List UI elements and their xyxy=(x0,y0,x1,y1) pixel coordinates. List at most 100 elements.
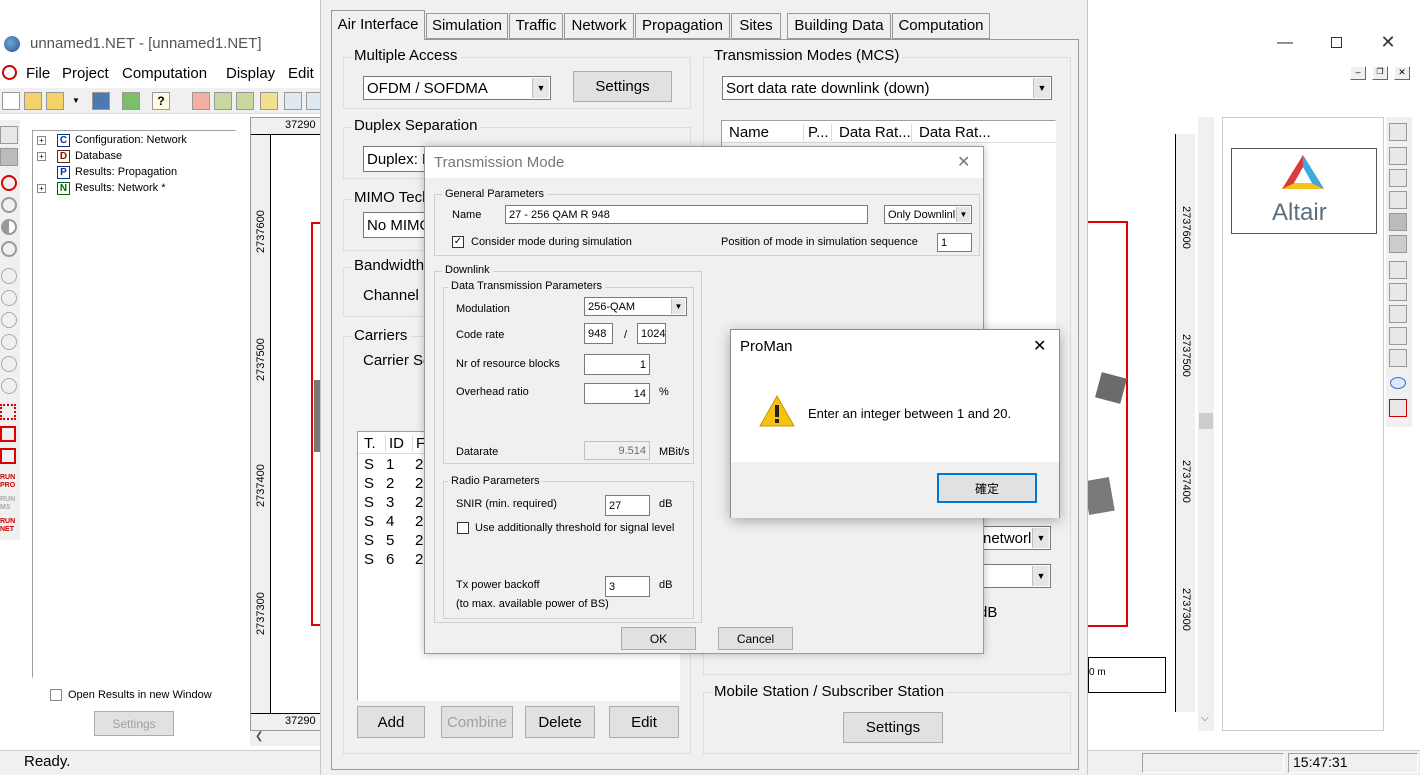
tm-ok-button[interactable]: OK xyxy=(621,627,696,650)
grid-view-icon[interactable] xyxy=(0,148,18,166)
vertical-scrollbar[interactable]: ⌵ xyxy=(1198,117,1214,731)
mdi-minimize-button[interactable]: – xyxy=(1350,66,1366,80)
help-icon[interactable]: ? xyxy=(152,92,170,110)
column-header[interactable]: Data Rat... xyxy=(831,124,911,141)
image-icon[interactable] xyxy=(122,92,140,110)
half-circle-icon[interactable] xyxy=(1,219,17,235)
circle-slash-icon[interactable] xyxy=(1,197,17,213)
mobile-station-settings-button[interactable]: Settings xyxy=(843,712,943,743)
column-header[interactable]: T. xyxy=(364,435,376,452)
dropdown-arrow-icon[interactable]: ▼ xyxy=(68,92,84,110)
tree-item-results-propagation[interactable]: P Results: Propagation xyxy=(37,165,227,181)
maximize-button[interactable] xyxy=(1325,32,1349,54)
combine-carrier-button[interactable]: Combine xyxy=(441,706,513,738)
expand-icon[interactable]: + xyxy=(37,136,46,145)
mdi-restore-button[interactable]: ❐ xyxy=(1372,66,1388,80)
tree-settings-button[interactable]: Settings xyxy=(94,711,174,736)
message-box-ok-button[interactable]: 確定 xyxy=(937,473,1037,503)
panel-2-icon[interactable] xyxy=(1389,235,1407,253)
antenna-3-icon[interactable] xyxy=(1,312,17,328)
tree-item-configuration[interactable]: + C Configuration: Network xyxy=(37,133,227,149)
column-header[interactable]: P... xyxy=(803,124,829,141)
direction-select[interactable]: Only Downlinl ▼ xyxy=(884,205,972,224)
antenna-5-icon[interactable] xyxy=(1,356,17,372)
bar-chart-icon[interactable] xyxy=(1389,191,1407,209)
expand-icon[interactable]: + xyxy=(37,152,46,161)
antenna-6-icon[interactable] xyxy=(1,378,17,394)
expand-icon[interactable]: + xyxy=(37,184,46,193)
zoom-window-icon[interactable] xyxy=(260,92,278,110)
add-carrier-button[interactable]: Add xyxy=(357,706,425,738)
multiple-access-select[interactable]: OFDM / SOFDMA ▼ xyxy=(363,76,551,100)
antenna-chart-icon[interactable] xyxy=(1389,283,1407,301)
name-input[interactable]: 27 - 256 QAM R 948 xyxy=(505,205,868,224)
delete-object-icon[interactable] xyxy=(192,92,210,110)
edit-carrier-button[interactable]: Edit xyxy=(609,706,679,738)
save-icon[interactable] xyxy=(92,92,110,110)
multiple-access-settings-button[interactable]: Settings xyxy=(573,71,672,102)
consider-mode-checkbox[interactable]: ✓ xyxy=(452,236,464,248)
histogram-3-icon[interactable] xyxy=(1389,349,1407,367)
open-folder-icon[interactable] xyxy=(24,92,42,110)
run-pro-icon[interactable]: RUN PRO xyxy=(0,474,18,494)
run-net-icon[interactable]: RUN NET xyxy=(0,518,18,538)
column-header[interactable]: ID xyxy=(385,435,404,452)
menu-edit[interactable]: Edit xyxy=(288,65,314,82)
modulation-select[interactable]: 256-QAM ▼ xyxy=(584,297,687,316)
menu-display[interactable]: Display xyxy=(226,65,275,82)
panel-icon[interactable] xyxy=(1389,213,1407,231)
run-ms-icon[interactable]: RUN MS xyxy=(0,496,18,516)
zoom-in-icon[interactable] xyxy=(284,92,302,110)
delete-carrier-button[interactable]: Delete xyxy=(525,706,595,738)
column-header[interactable]: Data Rat... xyxy=(911,124,991,141)
list-view-icon[interactable] xyxy=(0,126,18,144)
chart-wave-icon[interactable] xyxy=(1389,147,1407,165)
tab-air-interface[interactable]: Air Interface xyxy=(331,10,425,40)
column-header[interactable]: Name xyxy=(729,124,769,141)
chart-line-icon[interactable] xyxy=(1389,123,1407,141)
code-rate-numerator-input[interactable]: 948 xyxy=(584,323,613,344)
open-recent-icon[interactable] xyxy=(46,92,64,110)
resource-blocks-input[interactable]: 1 xyxy=(584,354,650,375)
histogram-2-icon[interactable] xyxy=(1389,327,1407,345)
histogram-1-icon[interactable] xyxy=(1389,305,1407,323)
snir-input[interactable]: 27 xyxy=(605,495,650,516)
tab-building-data[interactable]: Building Data xyxy=(787,13,891,39)
graph-icon[interactable] xyxy=(1389,261,1407,279)
tm-close-icon[interactable]: ✕ xyxy=(957,152,970,172)
cross-icon[interactable] xyxy=(1389,169,1407,187)
tool-b-icon[interactable] xyxy=(236,92,254,110)
antenna-4-icon[interactable] xyxy=(1,334,17,350)
mdi-close-button[interactable]: ✕ xyxy=(1394,66,1410,80)
tab-traffic[interactable]: Traffic xyxy=(509,13,563,39)
tree-item-results-network[interactable]: + N Results: Network * xyxy=(37,181,227,197)
tab-sites[interactable]: Sites xyxy=(731,13,781,39)
tree-item-database[interactable]: + D Database xyxy=(37,149,227,165)
horizontal-scrollbar[interactable]: ❮ xyxy=(250,731,322,746)
antenna-1-icon[interactable] xyxy=(1,268,17,284)
circle-red-icon[interactable] xyxy=(1,175,17,191)
rect-red-icon[interactable] xyxy=(0,426,16,442)
overhead-input[interactable]: 14 xyxy=(584,383,650,404)
tool-a-icon[interactable] xyxy=(214,92,232,110)
menu-computation[interactable]: Computation xyxy=(122,65,207,82)
tx-backoff-input[interactable]: 3 xyxy=(605,576,650,597)
edit-red-icon[interactable] xyxy=(0,448,16,464)
open-results-checkbox[interactable] xyxy=(50,689,62,701)
minimize-button[interactable]: — xyxy=(1270,34,1300,54)
table-row[interactable]: S321 xyxy=(358,494,432,513)
message-box-close-icon[interactable]: ✕ xyxy=(1033,336,1046,356)
grid-red-icon[interactable] xyxy=(0,404,16,420)
close-window-button[interactable]: ✕ xyxy=(1375,32,1401,54)
new-file-icon[interactable] xyxy=(2,92,20,110)
threshold-checkbox[interactable] xyxy=(457,522,469,534)
tab-propagation[interactable]: Propagation xyxy=(635,13,730,39)
sort-select[interactable]: Sort data rate downlink (down) ▼ xyxy=(722,76,1052,100)
antenna-2-icon[interactable] xyxy=(1,290,17,306)
resize-arrows-icon[interactable] xyxy=(1389,399,1407,417)
scroll-thumb[interactable] xyxy=(1199,413,1213,429)
table-row[interactable]: S121 xyxy=(358,456,432,475)
table-row[interactable]: S621 xyxy=(358,551,432,570)
tab-network[interactable]: Network xyxy=(564,13,634,39)
menu-project[interactable]: Project xyxy=(62,65,109,82)
